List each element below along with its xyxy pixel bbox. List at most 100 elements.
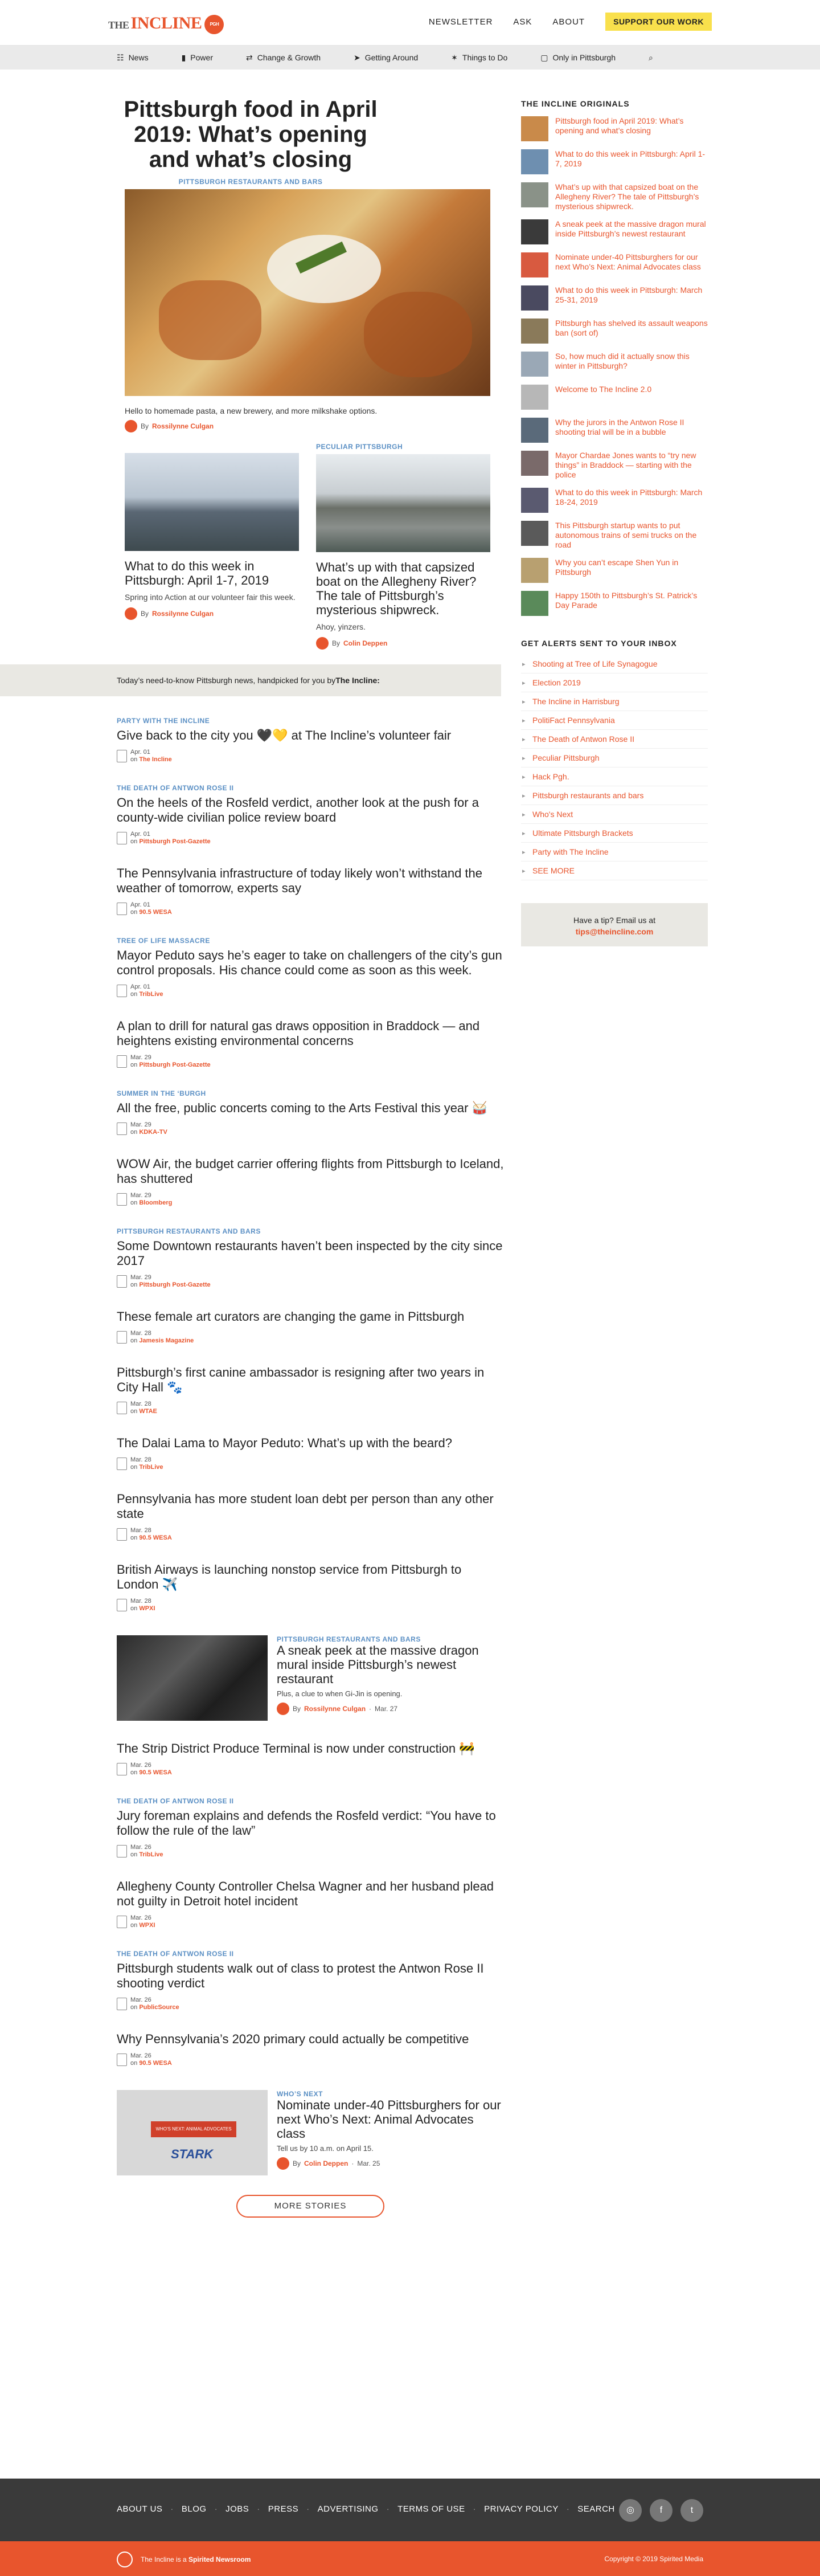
news-source-link[interactable]: Pittsburgh Post-Gazette bbox=[139, 838, 210, 845]
original-thumb[interactable] bbox=[521, 116, 548, 141]
original-title[interactable]: Nominate under-40 Pittsburghers for our … bbox=[555, 252, 708, 272]
news-title[interactable]: These female art curators are changing t… bbox=[117, 1309, 504, 1324]
original-item[interactable]: Happy 150th to Pittsburgh’s St. Patrick’… bbox=[521, 591, 708, 616]
footer-link[interactable]: BLOG bbox=[182, 2504, 207, 2514]
footer-logo-icon[interactable] bbox=[117, 2551, 133, 2567]
promo-image-mural[interactable] bbox=[117, 1635, 268, 1721]
story-image-city[interactable] bbox=[125, 453, 299, 551]
subnav-things-to-do[interactable]: ✶ Things to Do bbox=[451, 53, 507, 63]
original-title[interactable]: Welcome to The Incline 2.0 bbox=[555, 385, 651, 394]
alert-topic[interactable]: Party with The Incline bbox=[521, 843, 708, 862]
original-title[interactable]: Pittsburgh has shelved its assault weapo… bbox=[555, 319, 708, 338]
original-thumb[interactable] bbox=[521, 591, 548, 616]
news-title[interactable]: The Strip District Produce Terminal is n… bbox=[117, 1741, 504, 1756]
instagram-icon[interactable]: ◎ bbox=[619, 2499, 642, 2522]
news-title[interactable]: The Dalai Lama to Mayor Peduto: What’s u… bbox=[117, 1436, 504, 1451]
promo-kicker[interactable]: WHO’S NEXT bbox=[277, 2090, 505, 2098]
original-item[interactable]: Welcome to The Incline 2.0 bbox=[521, 385, 708, 410]
promo-title[interactable]: Nominate under-40 Pittsburghers for our … bbox=[277, 2098, 505, 2141]
news-title[interactable]: British Airways is launching nonstop ser… bbox=[117, 1562, 504, 1592]
tip-email-link[interactable]: tips@theincline.com bbox=[576, 927, 654, 936]
news-source-link[interactable]: The Incline bbox=[139, 756, 171, 763]
featured-image-pasta[interactable] bbox=[125, 189, 490, 396]
original-thumb[interactable] bbox=[521, 319, 548, 344]
original-thumb[interactable] bbox=[521, 182, 548, 207]
news-source-link[interactable]: 90.5 WESA bbox=[139, 1534, 171, 1541]
footer-link[interactable]: ADVERTISING bbox=[318, 2504, 379, 2514]
news-title[interactable]: Mayor Peduto says he’s eager to take on … bbox=[117, 948, 504, 978]
news-title[interactable]: On the heels of the Rosfeld verdict, ano… bbox=[117, 795, 504, 825]
original-thumb[interactable] bbox=[521, 252, 548, 277]
original-item[interactable]: This Pittsburgh startup wants to put aut… bbox=[521, 521, 708, 550]
alert-topic[interactable]: Peculiar Pittsburgh bbox=[521, 749, 708, 768]
original-title[interactable]: Why the jurors in the Antwon Rose II sho… bbox=[555, 418, 708, 437]
original-title[interactable]: Why you can’t escape Shen Yun in Pittsbu… bbox=[555, 558, 708, 577]
news-source-link[interactable]: TribLive bbox=[139, 1851, 163, 1858]
alert-topic[interactable]: PolitiFact Pennsylvania bbox=[521, 711, 708, 730]
story-title[interactable]: What to do this week in Pittsburgh: Apri… bbox=[125, 559, 299, 587]
news-source-link[interactable]: Bloomberg bbox=[139, 1199, 172, 1206]
news-kicker[interactable]: THE DEATH OF ANTWON ROSE II bbox=[117, 1950, 501, 1958]
author-link[interactable]: Colin Deppen bbox=[343, 639, 387, 647]
news-source-link[interactable]: Jamesis Magazine bbox=[139, 1337, 194, 1344]
original-title[interactable]: What to do this week in Pittsburgh: Marc… bbox=[555, 488, 708, 507]
story-kicker[interactable]: PECULIAR PITTSBURGH bbox=[316, 443, 490, 451]
original-item[interactable]: So, how much did it actually snow this w… bbox=[521, 352, 708, 377]
original-title[interactable]: What’s up with that capsized boat on the… bbox=[555, 182, 708, 211]
news-source-link[interactable]: 90.5 WESA bbox=[139, 1769, 171, 1776]
original-title[interactable]: So, how much did it actually snow this w… bbox=[555, 352, 708, 371]
support-button[interactable]: SUPPORT OUR WORK bbox=[605, 13, 712, 31]
news-source-link[interactable]: Pittsburgh Post-Gazette bbox=[139, 1281, 210, 1288]
original-thumb[interactable] bbox=[521, 521, 548, 546]
news-title[interactable]: Pittsburgh’s first canine ambassador is … bbox=[117, 1365, 504, 1395]
footer-brand-link[interactable]: Spirited Newsroom bbox=[188, 2555, 251, 2563]
news-title[interactable]: Why Pennsylvania’s 2020 primary could ac… bbox=[117, 2032, 504, 2047]
news-kicker[interactable]: PARTY WITH THE INCLINE bbox=[117, 717, 501, 725]
original-item[interactable]: Pittsburgh food in April 2019: What’s op… bbox=[521, 116, 708, 141]
news-title[interactable]: A plan to drill for natural gas draws op… bbox=[117, 1019, 504, 1048]
original-item[interactable]: What to do this week in Pittsburgh: Marc… bbox=[521, 488, 708, 513]
alert-topic[interactable]: Ultimate Pittsburgh Brackets bbox=[521, 824, 708, 843]
news-source-link[interactable]: PublicSource bbox=[139, 2004, 179, 2011]
original-item[interactable]: Pittsburgh has shelved its assault weapo… bbox=[521, 319, 708, 344]
news-source-link[interactable]: WPXI bbox=[139, 1922, 155, 1929]
story-image-boat[interactable] bbox=[316, 454, 490, 552]
news-kicker[interactable]: THE DEATH OF ANTWON ROSE II bbox=[117, 1797, 501, 1805]
subnav-power[interactable]: ▮ Power bbox=[182, 53, 213, 63]
alert-topic[interactable]: Shooting at Tree of Life Synagogue bbox=[521, 655, 708, 673]
story-title[interactable]: What’s up with that capsized boat on the… bbox=[316, 560, 490, 617]
footer-link[interactable]: TERMS OF USE bbox=[397, 2504, 465, 2514]
subnav-change-growth[interactable]: ⇄ Change & Growth bbox=[246, 53, 321, 63]
news-source-link[interactable]: TribLive bbox=[139, 1464, 163, 1471]
original-item[interactable]: Why the jurors in the Antwon Rose II sho… bbox=[521, 418, 708, 443]
news-source-link[interactable]: TribLive bbox=[139, 991, 163, 998]
original-item[interactable]: What to do this week in Pittsburgh: Apri… bbox=[521, 149, 708, 174]
original-title[interactable]: Mayor Chardae Jones wants to “try new th… bbox=[555, 451, 708, 480]
footer-link[interactable]: JOBS bbox=[226, 2504, 249, 2514]
news-title[interactable]: All the free, public concerts coming to … bbox=[117, 1101, 504, 1116]
more-stories-button[interactable]: MORE STORIES bbox=[236, 2195, 384, 2218]
facebook-icon[interactable]: f bbox=[650, 2499, 673, 2522]
subnav-news[interactable]: ☷ News bbox=[117, 53, 149, 63]
original-thumb[interactable] bbox=[521, 219, 548, 244]
footer-link[interactable]: PRESS bbox=[268, 2504, 298, 2514]
site-logo[interactable]: THE INCLINE PGH bbox=[108, 14, 224, 35]
original-title[interactable]: This Pittsburgh startup wants to put aut… bbox=[555, 521, 708, 550]
alert-topic[interactable]: Election 2019 bbox=[521, 673, 708, 692]
nav-ask[interactable]: ASK bbox=[513, 17, 532, 27]
author-link[interactable]: Rossilynne Culgan bbox=[304, 1705, 366, 1713]
footer-link[interactable]: SEARCH bbox=[577, 2504, 615, 2514]
author-link[interactable]: Rossilynne Culgan bbox=[152, 610, 214, 618]
news-title[interactable]: WOW Air, the budget carrier offering fli… bbox=[117, 1157, 504, 1186]
news-title[interactable]: Allegheny County Controller Chelsa Wagne… bbox=[117, 1879, 504, 1909]
twitter-icon[interactable]: t bbox=[680, 2499, 703, 2522]
author-link[interactable]: Colin Deppen bbox=[304, 2159, 348, 2167]
news-source-link[interactable]: WPXI bbox=[139, 1605, 155, 1612]
news-source-link[interactable]: Pittsburgh Post-Gazette bbox=[139, 1062, 210, 1068]
original-thumb[interactable] bbox=[521, 418, 548, 443]
footer-link[interactable]: ABOUT US bbox=[117, 2504, 162, 2514]
alert-topic[interactable]: The Death of Antwon Rose II bbox=[521, 730, 708, 749]
footer-link[interactable]: PRIVACY POLICY bbox=[484, 2504, 559, 2514]
original-title[interactable]: A sneak peek at the massive dragon mural… bbox=[555, 219, 708, 239]
original-thumb[interactable] bbox=[521, 149, 548, 174]
